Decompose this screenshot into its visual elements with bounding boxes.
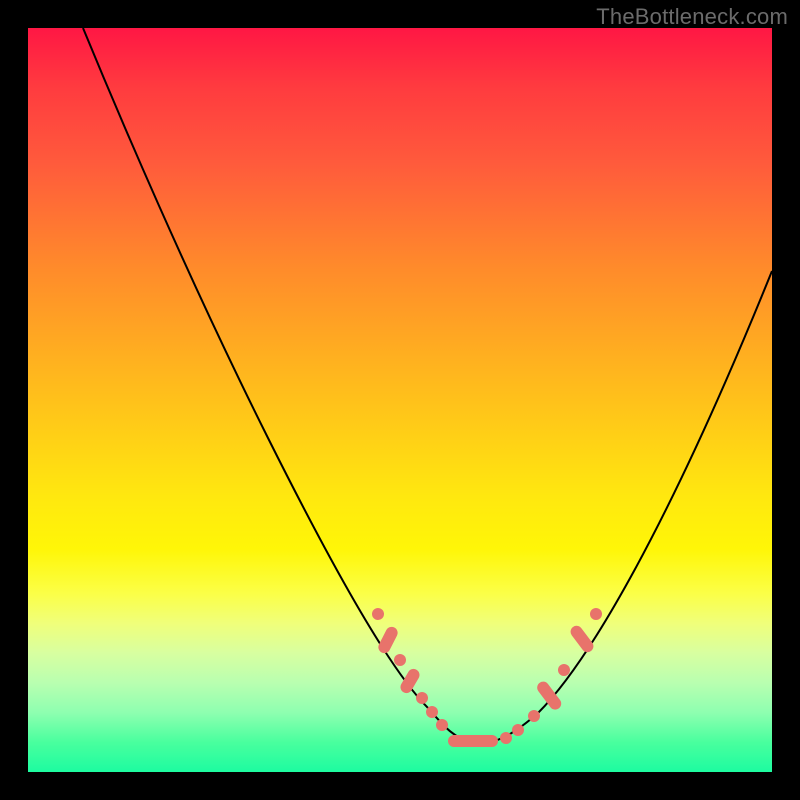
watermark-text: TheBottleneck.com: [596, 4, 788, 30]
bead-icon: [535, 679, 564, 712]
chart-frame: [28, 28, 772, 772]
bead-icon: [558, 664, 570, 676]
bead-icon: [590, 608, 602, 620]
bead-icon: [568, 623, 596, 654]
bead-cluster-right: [528, 608, 602, 722]
bead-icon: [398, 667, 421, 696]
bottleneck-curve: [83, 28, 772, 743]
bead-icon: [500, 732, 512, 744]
bead-icon: [394, 654, 406, 666]
bead-cluster-left: [372, 608, 448, 731]
bead-icon: [436, 719, 448, 731]
curve-layer: [28, 28, 772, 772]
bead-icon: [448, 735, 498, 747]
bead-icon: [512, 724, 524, 736]
bead-icon: [372, 608, 384, 620]
bead-icon: [528, 710, 540, 722]
bead-icon: [416, 692, 428, 704]
bead-cluster-bottom: [448, 724, 524, 747]
bead-icon: [426, 706, 438, 718]
bead-icon: [376, 625, 399, 655]
